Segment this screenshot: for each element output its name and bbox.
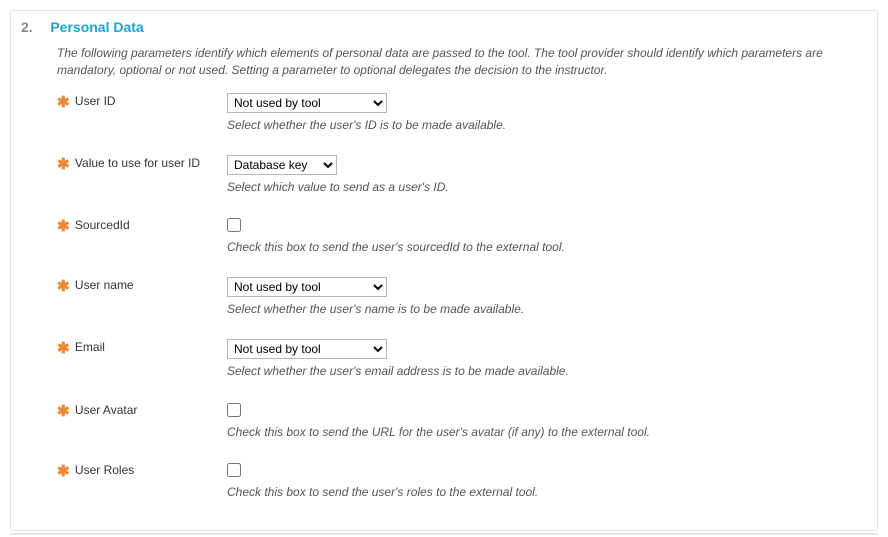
user-roles-hint: Check this box to send the user's roles … [227, 484, 857, 500]
personal-data-section: 2. Personal Data The following parameter… [10, 10, 878, 531]
user-id-label: User ID [75, 94, 116, 108]
control-col: Not used by tool Select whether the user… [227, 93, 857, 133]
required-icon: ✱ [57, 279, 70, 294]
user-avatar-checkbox[interactable] [227, 403, 241, 417]
required-icon: ✱ [57, 157, 70, 172]
label-col: ✱ Value to use for user ID [57, 155, 227, 172]
section-divider [10, 533, 878, 535]
field-user-name: ✱ User name Not used by tool Select whet… [57, 277, 857, 317]
label-col: ✱ User ID [57, 93, 227, 110]
user-avatar-label: User Avatar [75, 403, 137, 417]
user-name-select[interactable]: Not used by tool [227, 277, 387, 297]
field-user-id: ✱ User ID Not used by tool Select whethe… [57, 93, 857, 133]
label-col: ✱ User Avatar [57, 402, 227, 419]
section-header: 2. Personal Data [11, 11, 877, 39]
control-col: Not used by tool Select whether the user… [227, 339, 857, 379]
user-name-label: User name [75, 278, 134, 292]
sourcedid-label: SourcedId [75, 218, 130, 232]
email-select[interactable]: Not used by tool [227, 339, 387, 359]
field-sourcedid: ✱ SourcedId Check this box to send the u… [57, 217, 857, 255]
control-col: Not used by tool Select whether the user… [227, 277, 857, 317]
email-hint: Select whether the user's email address … [227, 363, 857, 379]
section-number: 2. [21, 19, 47, 35]
sourcedid-hint: Check this box to send the user's source… [227, 239, 857, 255]
user-name-hint: Select whether the user's name is to be … [227, 301, 857, 317]
field-user-roles: ✱ User Roles Check this box to send the … [57, 462, 857, 500]
required-icon: ✱ [57, 95, 70, 110]
section-description: The following parameters identify which … [57, 45, 857, 79]
control-col: Database key Select which value to send … [227, 155, 857, 195]
required-icon: ✱ [57, 464, 70, 479]
label-col: ✱ Email [57, 339, 227, 356]
field-user-avatar: ✱ User Avatar Check this box to send the… [57, 402, 857, 440]
field-id-value: ✱ Value to use for user ID Database key … [57, 155, 857, 195]
control-col: Check this box to send the user's source… [227, 217, 857, 255]
control-col: Check this box to send the URL for the u… [227, 402, 857, 440]
label-col: ✱ SourcedId [57, 217, 227, 234]
section-body: The following parameters identify which … [11, 39, 877, 500]
user-avatar-hint: Check this box to send the URL for the u… [227, 424, 857, 440]
id-value-hint: Select which value to send as a user's I… [227, 179, 857, 195]
email-label: Email [75, 340, 105, 354]
user-id-select[interactable]: Not used by tool [227, 93, 387, 113]
label-col: ✱ User name [57, 277, 227, 294]
user-id-hint: Select whether the user's ID is to be ma… [227, 117, 857, 133]
required-icon: ✱ [57, 341, 70, 356]
label-col: ✱ User Roles [57, 462, 227, 479]
sourcedid-checkbox[interactable] [227, 218, 241, 232]
section-title: Personal Data [50, 19, 143, 35]
field-email: ✱ Email Not used by tool Select whether … [57, 339, 857, 379]
required-icon: ✱ [57, 404, 70, 419]
required-icon: ✱ [57, 219, 70, 234]
control-col: Check this box to send the user's roles … [227, 462, 857, 500]
user-roles-label: User Roles [75, 463, 134, 477]
id-value-select[interactable]: Database key [227, 155, 337, 175]
id-value-label: Value to use for user ID [75, 156, 200, 170]
user-roles-checkbox[interactable] [227, 463, 241, 477]
